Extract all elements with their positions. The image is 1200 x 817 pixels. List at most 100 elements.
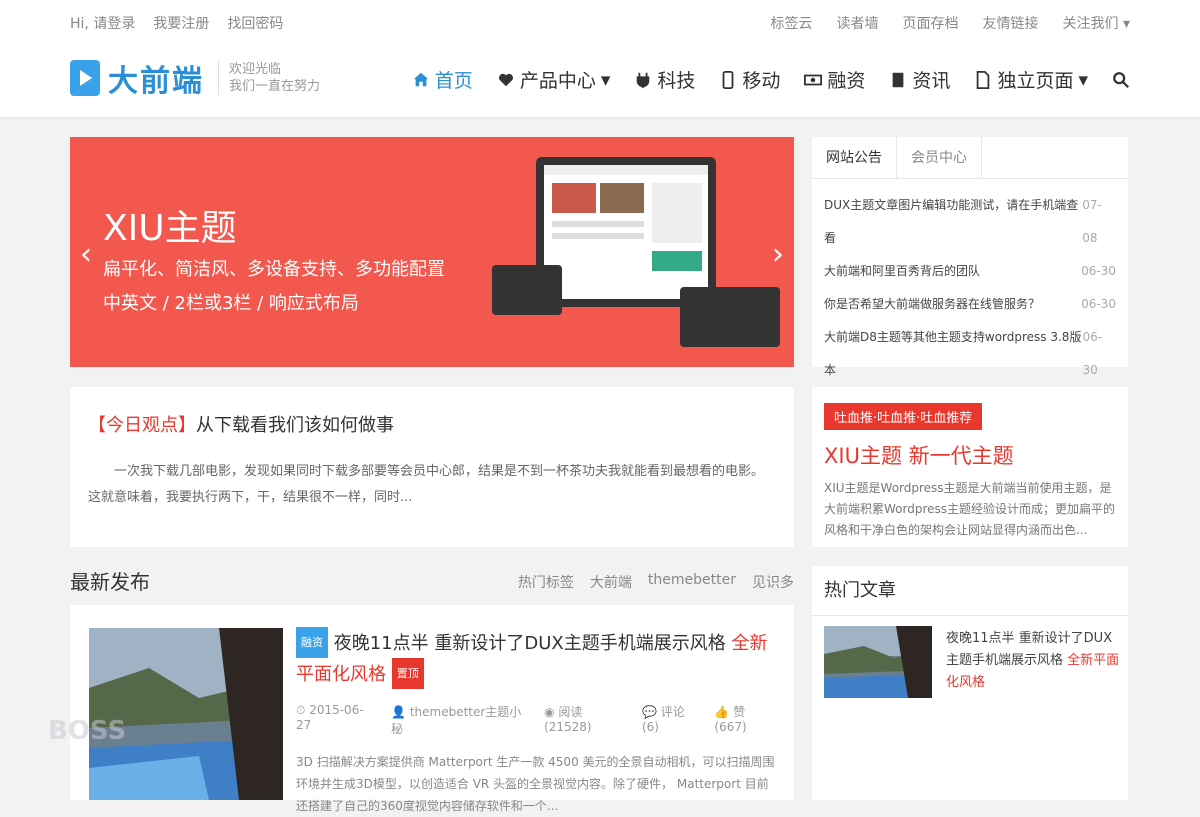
hot-article-thumbnail[interactable] — [824, 626, 932, 698]
laptop-illustration — [492, 265, 562, 315]
nav-news-label: 资讯 — [912, 70, 951, 92]
nav-products[interactable]: 产品中心 ▾ — [497, 66, 611, 93]
site-logo[interactable]: 大前端 欢迎光临 我们一直在努力 — [70, 56, 320, 100]
hero-slider[interactable]: XIU主题 扁平化、简洁风、多设备支持、多功能配置 中英文 / 2栏或3栏 / … — [70, 137, 794, 367]
tag-link[interactable]: 见识多 — [752, 572, 794, 592]
hot-tags-label[interactable]: 热门标签 — [518, 572, 574, 592]
notice-title: 大前端和阿里百秀背后的团队 — [824, 264, 981, 278]
notice-item[interactable]: 大前端和阿里百秀背后的团队 06-30 — [824, 255, 1116, 288]
slider-next-arrow[interactable]: › — [772, 237, 784, 272]
tab-notice[interactable]: 网站公告 — [812, 137, 897, 178]
recommend-button[interactable]: 吐血推·吐血推·吐血推荐 — [824, 403, 983, 430]
watermark: BOSS — [48, 716, 127, 746]
logo-name: 大前端 — [108, 64, 204, 99]
post-date-text: 2015-06-27 — [296, 703, 364, 732]
login-link[interactable]: Hi, 请登录 — [70, 13, 135, 33]
slider-subtitle-2: 中英文 / 2栏或3栏 / 响应式布局 — [103, 293, 359, 314]
notice-panel: 网站公告 会员中心 DUX主题文章图片编辑功能测试，请在手机端查看 07-08 大… — [812, 137, 1128, 377]
nav-pages[interactable]: 独立页面 ▾ — [974, 66, 1088, 93]
today-excerpt: 一次我下载几部电影，发现如果同时下载多部要等会员中心郎，结果是不到一杯茶功夫我就… — [88, 464, 765, 505]
nav-mobile[interactable]: 移动 — [719, 66, 780, 93]
top-bar: Hi, 请登录 我要注册 找回密码 标签云 读者墙 页面存档 友情链接 关注我们… — [0, 0, 1200, 46]
mobile-icon — [722, 70, 734, 89]
post-author[interactable]: 👤 themebetter主题小秘 — [391, 703, 530, 737]
xiu-promo: 吐血推·吐血推·吐血推荐 XIU主题 新一代主题 XIU主题是Wordpress… — [812, 387, 1128, 547]
nav-home[interactable]: 首页 — [412, 66, 473, 93]
hot-article-title[interactable]: 夜晚11点半 重新设计了DUX主题手机端展示风格 全新平面化风格 — [946, 628, 1121, 694]
post-comments[interactable]: 💬 评论(6) — [642, 703, 700, 737]
nav-mobile-label: 移动 — [742, 70, 781, 92]
category-badge[interactable]: 融资 — [296, 627, 328, 658]
slogan-line-2: 我们一直在努力 — [229, 79, 321, 94]
post-author-text: themebetter主题小秘 — [391, 705, 522, 736]
logo-icon — [70, 60, 100, 96]
tag-link[interactable]: themebetter — [648, 572, 736, 592]
forgot-password-link[interactable]: 找回密码 — [227, 13, 283, 33]
money-icon — [804, 74, 823, 85]
book-icon — [893, 72, 904, 87]
notice-title: DUX主题文章图片编辑功能测试，请在手机端查看 — [824, 198, 1079, 245]
file-icon — [977, 70, 990, 89]
plug-icon — [637, 72, 650, 88]
tab-member-center[interactable]: 会员中心 — [897, 137, 982, 178]
monitor-illustration — [536, 157, 716, 307]
notice-item[interactable]: 大前端D8主题等其他主题支持wordpress 3.8版本 06-30 — [824, 321, 1116, 387]
sticky-badge: 置顶 — [391, 658, 424, 689]
post-views-text: 阅读(21528) — [544, 705, 592, 734]
slider-subtitle-1: 扁平化、简洁风、多设备支持、多功能配置 — [103, 259, 445, 280]
logo-slogan: 欢迎光临 我们一直在努力 — [218, 61, 320, 95]
post-likes-text: 赞(667) — [714, 705, 747, 734]
notice-date: 07-08 — [1082, 198, 1102, 245]
notice-date: 06-30 — [1081, 264, 1116, 278]
post-date: ⏱ 2015-06-27 — [296, 703, 364, 732]
today-title: 从下载看我们该如何做事 — [196, 415, 394, 436]
nav-products-label: 产品中心 — [519, 70, 596, 92]
today-opinion: 【今日观点】从下载看我们该如何做事 一次我下载几部电影，发现如果同时下载多部要等… — [70, 387, 794, 547]
home-icon — [413, 72, 428, 86]
promo-title[interactable]: XIU主题 新一代主题 — [824, 440, 1116, 470]
slider-prev-arrow[interactable]: ‹ — [80, 237, 92, 272]
nav-finance[interactable]: 融资 — [804, 66, 865, 93]
site-header: Hi, 请登录 我要注册 找回密码 标签云 读者墙 页面存档 友情链接 关注我们… — [0, 0, 1200, 118]
friend-links-link[interactable]: 友情链接 — [983, 13, 1039, 33]
nav-tech[interactable]: 科技 — [634, 66, 695, 93]
readers-wall-link[interactable]: 读者墙 — [837, 13, 879, 33]
hot-heading: 热门文章 — [812, 566, 1128, 616]
heart-icon — [498, 73, 513, 86]
like-button[interactable]: 👍 赞(667) — [714, 703, 776, 737]
latest-header: 最新发布 热门标签 大前端 themebetter 见识多 — [70, 566, 794, 602]
chevron-down-icon: ▾ — [600, 68, 611, 91]
post-thumbnail[interactable] — [89, 628, 283, 800]
post-item: 融资 夜晚11点半 重新设计了DUX主题手机端展示风格 全新平面化风格 置顶 ⏱… — [70, 605, 794, 813]
follow-us-label: 关注我们 — [1062, 16, 1119, 32]
tag-link[interactable]: 大前端 — [590, 572, 632, 592]
search-button[interactable] — [1112, 66, 1130, 93]
tag-cloud-link[interactable]: 标签云 — [771, 13, 813, 33]
main-nav: 首页 产品中心 ▾ 科技 移动 融资 资讯 独立页面 ▾ — [412, 66, 1130, 93]
search-icon — [1113, 71, 1129, 88]
notice-date: 06-30 — [1082, 330, 1103, 377]
nav-tech-label: 科技 — [657, 70, 696, 92]
notice-date: 06-30 — [1081, 297, 1116, 311]
notice-item[interactable]: 你是否希望大前端做服务器在线管服务？ 06-30 — [824, 288, 1116, 321]
today-tag: 【今日观点】 — [88, 415, 196, 436]
notice-title: 你是否希望大前端做服务器在线管服务？ — [824, 297, 1041, 311]
promo-text: XIU主题是Wordpress主题是大前端当前使用主题，是大前端积累Wordpr… — [824, 481, 1116, 537]
post-title-text: 夜晚11点半 重新设计了DUX主题手机端展示风格 — [333, 633, 726, 654]
hot-articles: 热门文章 夜晚11点半 重新设计了DUX主题手机端展示风格 全新平面化风格 — [812, 566, 1128, 800]
slider-title: XIU主题 — [103, 208, 237, 249]
slogan-line-1: 欢迎光临 — [229, 62, 282, 77]
notice-item[interactable]: DUX主题文章图片编辑功能测试，请在手机端查看 07-08 — [824, 189, 1116, 255]
today-heading[interactable]: 【今日观点】从下载看我们该如何做事 — [88, 411, 776, 437]
post-title[interactable]: 融资 夜晚11点半 重新设计了DUX主题手机端展示风格 全新平面化风格 置顶 — [296, 627, 776, 689]
archives-link[interactable]: 页面存档 — [903, 13, 959, 33]
post-views: ◉ 阅读(21528) — [544, 705, 592, 734]
tablet-illustration — [680, 287, 780, 347]
nav-finance-label: 融资 — [827, 70, 866, 92]
follow-us-link[interactable]: 关注我们 ▾ — [1063, 13, 1130, 33]
notice-title: 大前端D8主题等其他主题支持wordpress 3.8版本 — [824, 330, 1082, 377]
nav-news[interactable]: 资讯 — [889, 66, 950, 93]
chevron-down-icon: ▾ — [1078, 68, 1088, 91]
post-comments-text: 评论(6) — [641, 705, 685, 734]
register-link[interactable]: 我要注册 — [153, 13, 209, 33]
